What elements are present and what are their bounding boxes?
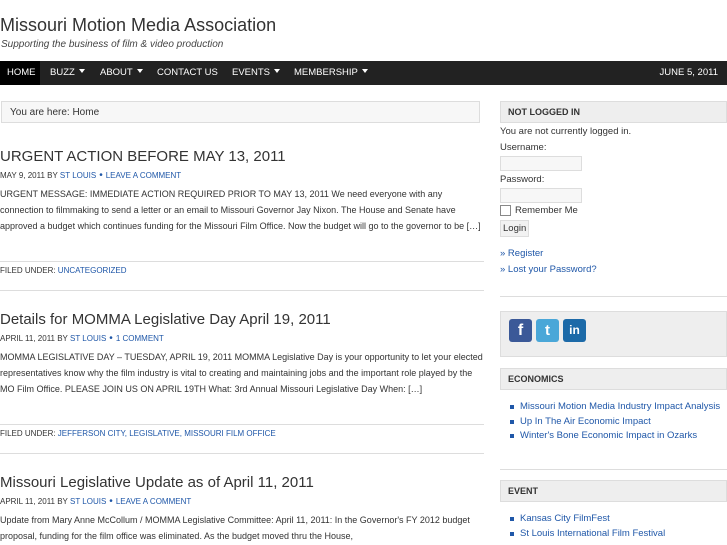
divider [500,469,727,470]
economics-link[interactable]: Up In The Air Economic Impact [520,416,651,427]
nav-buzz[interactable]: BUZZ [44,61,91,85]
site-title[interactable]: Missouri Motion Media Association [0,15,276,36]
chevron-down-icon [136,69,143,74]
chevron-down-icon [274,69,281,74]
nav-contact-label: CONTACT US [157,67,218,78]
lost-password-link[interactable]: » Lost your Password? [500,264,597,275]
post-title[interactable]: Details for MOMMA Legislative Day April … [0,311,484,328]
post-footer: FILED UNDER: JEFFERSON CITY, LEGISLATIVE… [0,421,484,438]
post-footer: FILED UNDER: UNCATEGORIZED [0,258,484,275]
event-list: Kansas City FilmFest St Louis Internatio… [500,512,727,541]
login-status: You are not currently logged in. [500,126,632,137]
nav-home-label: HOME [7,67,36,78]
list-item: Missouri Motion Media Industry Impact An… [500,400,727,415]
filed-under-label: FILED UNDER: [0,429,56,438]
post-date: APRIL 11, 2011 BY [0,334,68,343]
login-widget: You are not currently logged in. Usernam… [500,124,727,278]
post-title[interactable]: URGENT ACTION BEFORE MAY 13, 2011 [0,148,484,165]
event-link[interactable]: Kansas City FilmFest [520,513,610,524]
site-tagline: Supporting the business of film & video … [1,39,224,50]
main-nav: HOME BUZZ ABOUT CONTACT US EVENTS MEMBER… [0,61,727,85]
username-field[interactable] [500,156,582,171]
remember-me[interactable]: Remember Me [500,203,727,219]
category-links[interactable]: JEFFERSON CITY, LEGISLATIVE, MISSOURI FI… [58,429,276,438]
list-item: Up In The Air Economic Impact [500,415,727,430]
economics-heading: ECONOMICS [500,368,727,390]
nav-home[interactable]: HOME [0,61,40,85]
register-link[interactable]: » Register [500,248,543,259]
remember-me-checkbox[interactable] [500,204,511,216]
list-item: Winter's Bone Economic Impact in Ozarks [500,429,727,444]
nav-membership[interactable]: MEMBERSHIP [288,61,374,85]
facebook-icon[interactable]: f [509,319,532,342]
nav-date: JUNE 5, 2011 [659,67,718,78]
post-comments-link[interactable]: LEAVE A COMMENT [106,171,181,180]
twitter-icon[interactable]: t [536,319,559,342]
category-link[interactable]: UNCATEGORIZED [58,266,127,275]
list-item: Kansas City FilmFest [500,512,727,527]
nav-buzz-label: BUZZ [50,67,75,78]
post-date: APRIL 11, 2011 BY [0,497,68,506]
username-label: Username: [500,142,547,153]
nav-membership-label: MEMBERSHIP [294,67,358,78]
post-meta: APRIL 11, 2011 BY ST LOUIS • LEAVE A COMME… [0,496,484,507]
post-comments-link[interactable]: 1 COMMENT [116,334,164,343]
divider [500,296,727,297]
nav-about-label: ABOUT [100,67,133,78]
post-author-link[interactable]: ST LOUIS [70,334,106,343]
event-link[interactable]: St Louis International Film Festival [520,528,665,539]
login-widget-heading: NOT LOGGED IN [500,101,727,123]
post-comments-link[interactable]: LEAVE A COMMENT [116,497,191,506]
post-meta: APRIL 11, 2011 BY ST LOUIS • 1 COMMENT [0,333,484,344]
nav-events-label: EVENTS [232,67,271,78]
post-date: MAY 9, 2011 BY [0,171,58,180]
post-author-link[interactable]: ST LOUIS [70,497,106,506]
economics-link[interactable]: Winter's Bone Economic Impact in Ozarks [520,430,697,441]
divider [0,290,484,291]
bullet-icon: • [99,170,103,181]
nav-contact[interactable]: CONTACT US [151,61,224,85]
post-excerpt: Update from Mary Anne McCollum / MOMMA L… [0,515,470,541]
post-excerpt: MOMMA LEGISLATIVE DAY – TUESDAY, APRIL 1… [0,352,483,394]
login-button[interactable]: Login [500,220,530,237]
password-label: Password: [500,174,545,185]
post: Details for MOMMA Legislative Day April … [0,311,484,397]
post-meta: MAY 9, 2011 BY ST LOUIS • LEAVE A COMMENT [0,170,484,181]
divider [0,453,484,454]
post: URGENT ACTION BEFORE MAY 13, 2011 MAY 9,… [0,148,484,234]
chevron-down-icon [78,69,85,74]
linkedin-icon[interactable]: in [563,319,586,342]
post-author-link[interactable]: ST LOUIS [60,171,96,180]
post-title[interactable]: Missouri Legislative Update as of April … [0,474,484,491]
economics-link[interactable]: Missouri Motion Media Industry Impact An… [520,401,720,412]
social-links: f t in [500,311,727,357]
event-heading: EVENT [500,480,727,502]
password-field[interactable] [500,188,582,203]
post: Missouri Legislative Update as of April … [0,474,484,544]
economics-list: Missouri Motion Media Industry Impact An… [500,400,727,444]
post-excerpt: URGENT MESSAGE: IMMEDIATE ACTION REQUIRE… [0,189,481,231]
chevron-down-icon [361,69,368,74]
nav-events[interactable]: EVENTS [226,61,286,85]
list-item: St Louis International Film Festival [500,527,727,542]
bullet-icon: • [109,333,113,344]
breadcrumb: You are here: Home [1,101,480,123]
filed-under-label: FILED UNDER: [0,266,56,275]
remember-me-label: Remember Me [515,205,578,216]
bullet-icon: • [109,496,113,507]
nav-about[interactable]: ABOUT [94,61,149,85]
